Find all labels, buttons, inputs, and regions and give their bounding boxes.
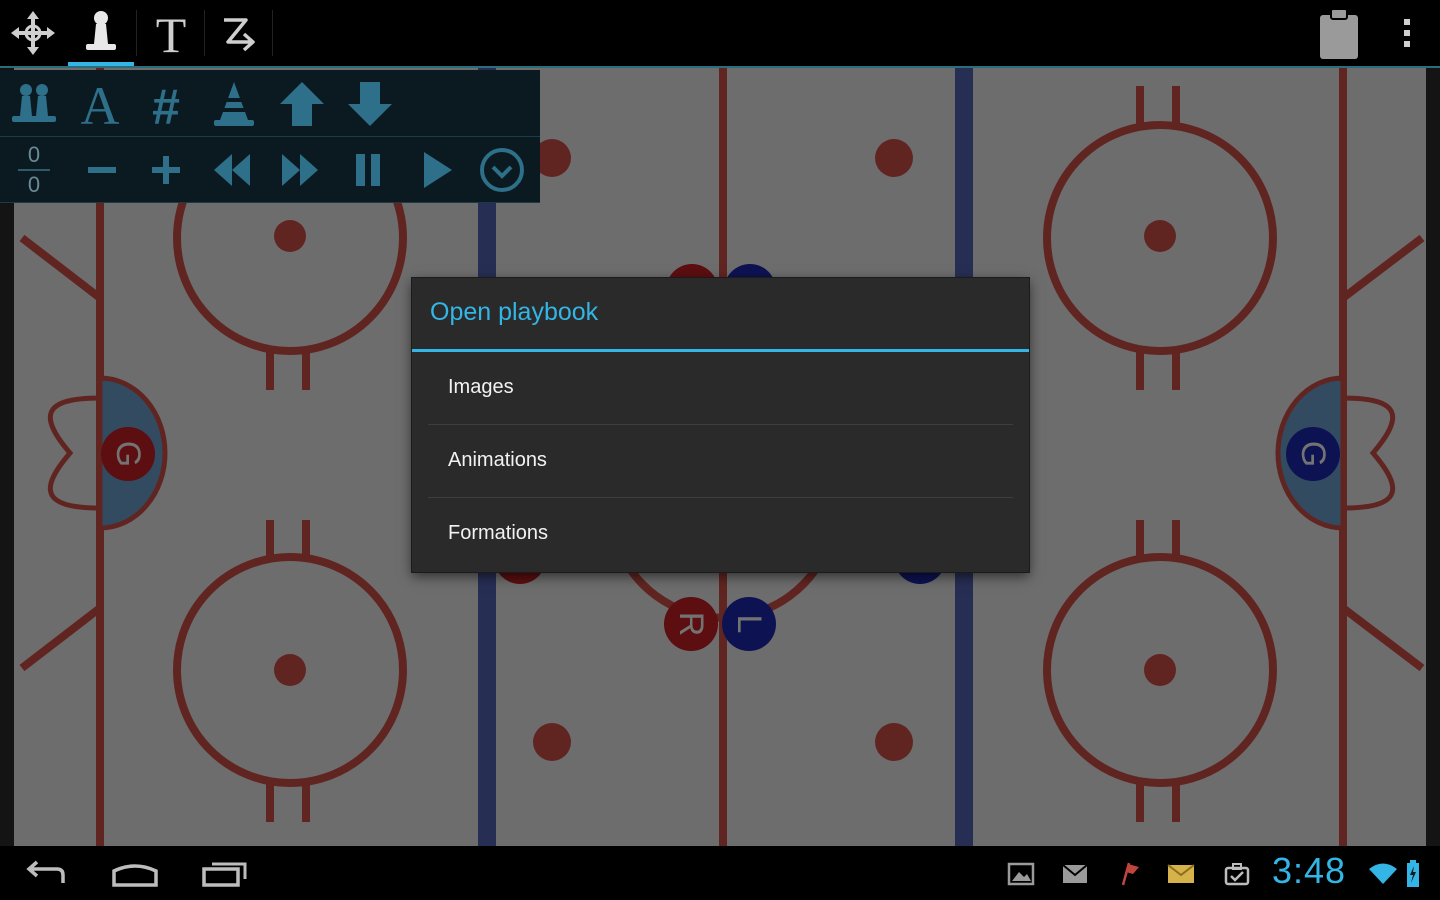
battery-icon	[1407, 860, 1419, 887]
email-notification-icon	[1167, 864, 1195, 883]
svg-text:A: A	[81, 78, 120, 130]
play-button[interactable]	[406, 140, 466, 200]
player-token-left-wing[interactable]: L	[722, 597, 776, 651]
flag-notification[interactable]	[1114, 860, 1144, 888]
text-icon: T	[156, 8, 187, 58]
player-token-label: G	[109, 440, 148, 468]
pause-button[interactable]	[338, 140, 398, 200]
move-icon	[11, 11, 55, 55]
recent-apps-icon	[202, 862, 247, 887]
add-player-button[interactable]	[4, 74, 64, 134]
counter-divider	[18, 169, 50, 171]
mail-notification[interactable]	[1060, 860, 1090, 888]
remove-frame-button[interactable]	[72, 140, 132, 200]
svg-text:T: T	[156, 8, 187, 58]
cone-icon	[214, 82, 254, 126]
divider	[0, 136, 540, 137]
open-playbook-dialog: Open playbook Images Animations Formatio…	[412, 278, 1029, 572]
back-icon	[26, 860, 65, 883]
plus-icon	[152, 156, 180, 184]
task-notification-icon	[1224, 863, 1250, 886]
move-tool-button[interactable]	[0, 0, 66, 66]
clipboard-button[interactable]	[1306, 0, 1372, 66]
dialog-item-animations[interactable]: Animations	[412, 425, 1029, 498]
home-button[interactable]	[90, 848, 180, 900]
frame-total: 0	[27, 172, 41, 197]
player-token-goalie-home[interactable]: G	[101, 427, 155, 481]
frame-current: 0	[27, 142, 41, 167]
draw-line-tool-button[interactable]	[206, 0, 272, 66]
player-token-label: R	[672, 611, 711, 637]
number-icon: #	[152, 79, 180, 130]
dialog-title: Open playbook	[430, 298, 599, 326]
flag-notification-icon	[1121, 862, 1139, 886]
dialog-item-label: Animations	[448, 449, 547, 471]
wifi-icon	[1369, 863, 1397, 884]
clipboard-icon	[1320, 8, 1358, 59]
gallery-notification-icon	[1007, 862, 1035, 886]
dialog-item-images[interactable]: Images	[412, 352, 1029, 425]
divider	[136, 10, 137, 56]
add-frame-button[interactable]	[136, 140, 196, 200]
dialog-item-formations[interactable]: Formations	[412, 498, 1029, 571]
system-bar	[0, 848, 1440, 900]
add-player-icon	[12, 84, 56, 122]
arrow-up-icon	[280, 82, 324, 126]
minus-icon	[88, 167, 116, 173]
fast-forward-icon	[282, 154, 318, 186]
fast-forward-button[interactable]	[270, 140, 330, 200]
gallery-notification[interactable]	[1006, 860, 1036, 888]
dialog-item-label: Images	[448, 376, 514, 398]
task-notification[interactable]	[1222, 860, 1252, 888]
mail-notification-icon	[1062, 864, 1088, 883]
rewind-button[interactable]	[202, 140, 262, 200]
arrow-down-icon	[348, 82, 392, 126]
play-icon	[424, 152, 452, 188]
timer-button[interactable]	[472, 140, 532, 200]
letter-a-icon: A	[81, 78, 120, 130]
arrow-up-button[interactable]	[272, 74, 332, 134]
player-token-goalie-away[interactable]: G	[1286, 427, 1340, 481]
draw-line-icon	[224, 18, 255, 52]
player-token-right-wing[interactable]: R	[664, 597, 718, 651]
overflow-menu-icon	[1404, 19, 1410, 47]
arrow-down-button[interactable]	[340, 74, 400, 134]
player-icon	[86, 11, 116, 50]
rewind-icon	[214, 154, 250, 186]
timer-icon	[480, 148, 524, 192]
pause-icon	[356, 154, 380, 186]
status-clock: 3:48	[1272, 850, 1347, 891]
recent-apps-button[interactable]	[180, 848, 270, 900]
dialog-item-label: Formations	[448, 522, 549, 544]
player-token-label: G	[1294, 440, 1333, 468]
tool-panel: A # 0 0	[0, 70, 540, 203]
wifi-status[interactable]	[1368, 860, 1398, 888]
text-tool-button[interactable]: T	[138, 0, 204, 66]
email-notification[interactable]	[1166, 860, 1196, 888]
svg-text:#: #	[152, 79, 180, 130]
action-bar: T	[0, 0, 1440, 68]
cone-button[interactable]	[204, 74, 264, 134]
letter-button[interactable]: A	[70, 74, 130, 134]
number-button[interactable]: #	[136, 74, 196, 134]
divider	[272, 10, 273, 56]
home-icon	[112, 864, 158, 887]
player-token-label: L	[730, 614, 769, 634]
frame-counter: 0 0	[10, 140, 58, 198]
overflow-menu-button[interactable]	[1374, 0, 1440, 66]
back-button[interactable]	[0, 848, 90, 900]
player-tool-button[interactable]	[68, 0, 134, 66]
divider	[204, 10, 205, 56]
battery-status[interactable]	[1400, 860, 1426, 888]
